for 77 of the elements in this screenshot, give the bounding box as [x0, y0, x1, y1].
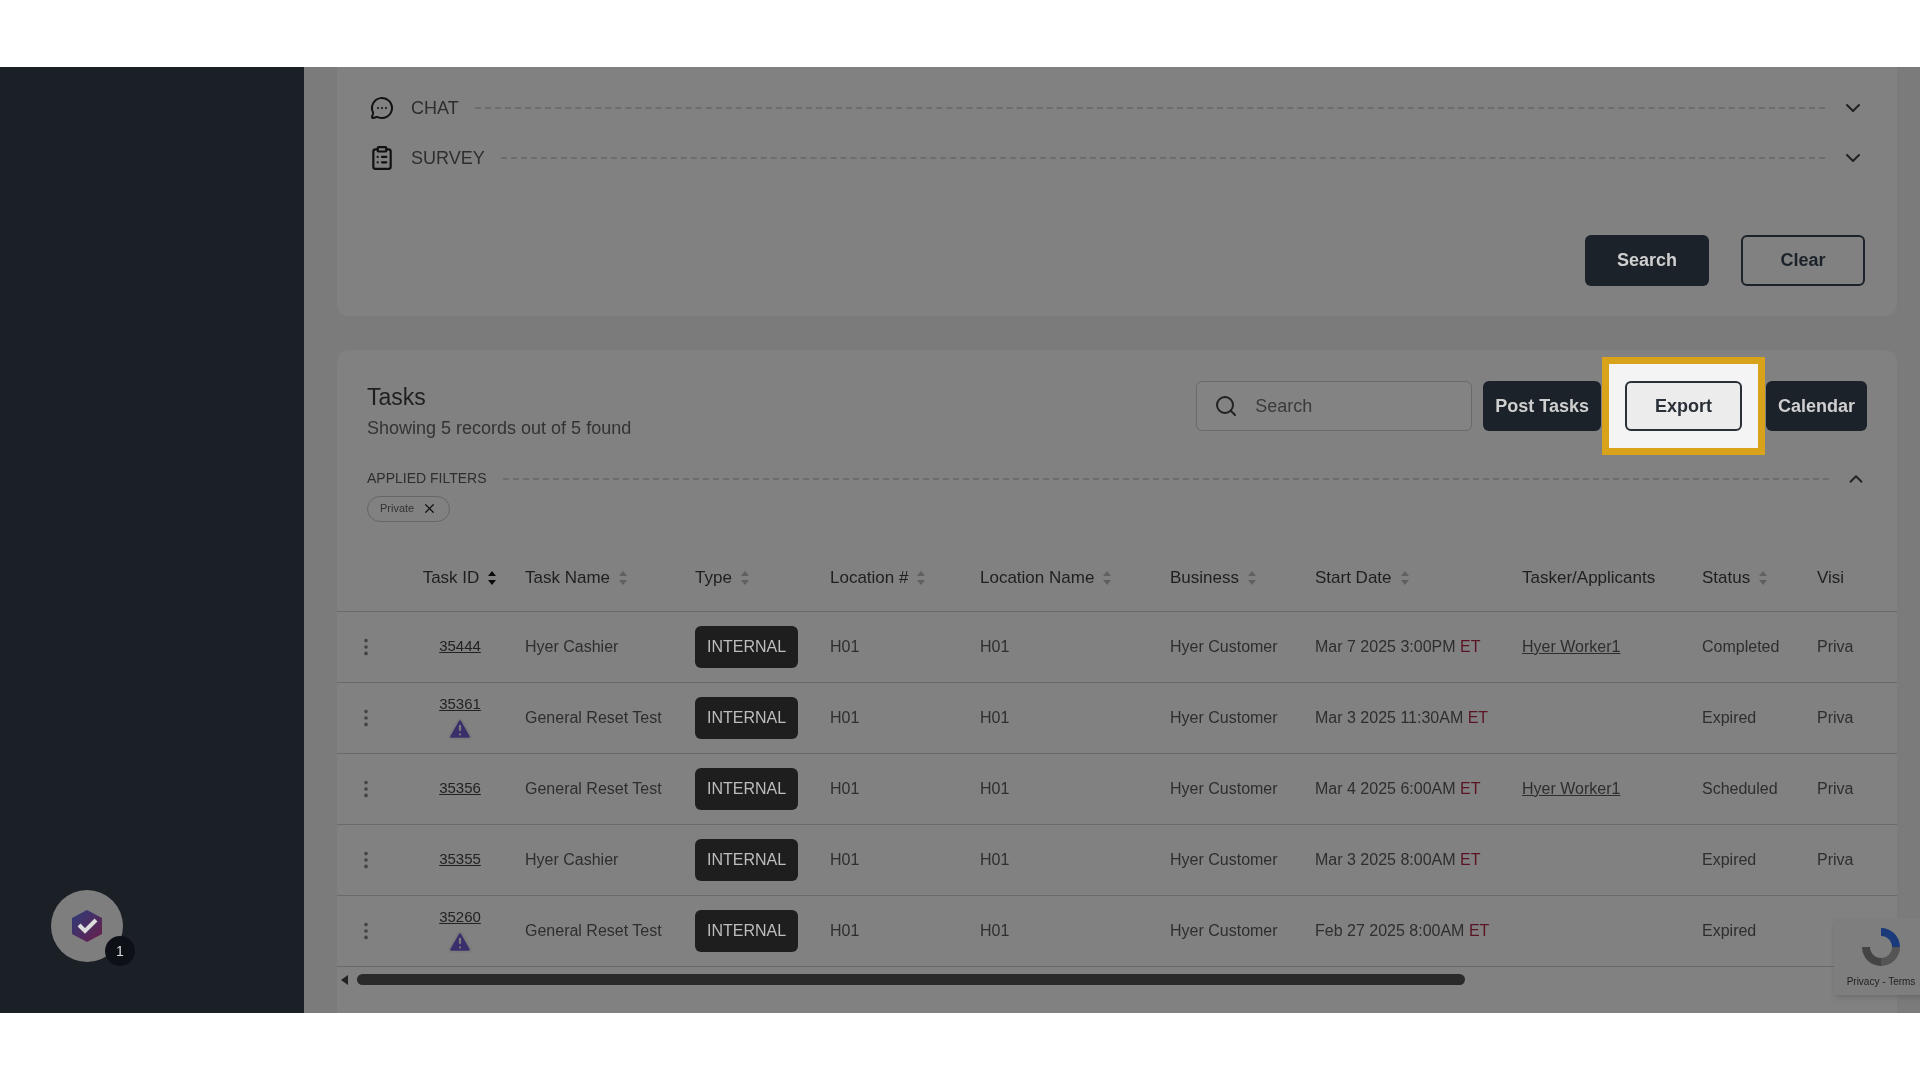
chat-icon: [370, 96, 394, 120]
shield-check-icon: [69, 908, 105, 944]
task-id-link[interactable]: 35444: [439, 635, 481, 658]
clear-button[interactable]: Clear: [1741, 235, 1865, 286]
action-button[interactable]: Calendar: [1765, 381, 1867, 431]
table-cell: Priva: [1817, 708, 1854, 726]
table-cell: General Reset Test: [525, 779, 662, 797]
table-cell: Hyer Customer: [1170, 779, 1278, 797]
task-id-link[interactable]: 35260: [439, 906, 481, 929]
task-id-link[interactable]: 35355: [439, 848, 481, 871]
column-header[interactable]: Tasker/Applicants: [1522, 565, 1656, 591]
table-cell: H01: [830, 921, 860, 939]
table-cell: Priva: [1817, 850, 1854, 868]
type-tag: INTERNAL: [695, 838, 799, 881]
sort-icon[interactable]: [487, 570, 498, 586]
status-cell: Expired: [1702, 921, 1757, 939]
status-cell: Scheduled: [1702, 779, 1778, 797]
date-cell: Mar 7 2025 3:00PM ET: [1315, 637, 1481, 655]
search-button[interactable]: Search: [1585, 235, 1709, 286]
column-header[interactable]: Location Name: [980, 565, 1095, 591]
status-cell: Expired: [1702, 708, 1757, 726]
table-cell: H01: [980, 637, 1010, 655]
task-id-link[interactable]: 35356: [439, 777, 481, 800]
type-tag: INTERNAL: [695, 696, 799, 739]
tasker-link[interactable]: Hyer Worker1: [1522, 637, 1621, 655]
date-cell: Mar 3 2025 11:30AM ET: [1315, 708, 1489, 726]
column-header[interactable]: Type: [695, 565, 732, 591]
section-label[interactable]: SURVEY: [411, 144, 485, 172]
records-count: Showing 5 records out of 5 found: [367, 416, 632, 440]
recaptcha-text[interactable]: Privacy - Terms: [1846, 974, 1916, 989]
notification-badge: 1: [105, 936, 135, 966]
table-cell: H01: [980, 850, 1010, 868]
date-cell: Mar 3 2025 8:00AM ET: [1315, 850, 1481, 868]
tasker-link[interactable]: Hyer Worker1: [1522, 779, 1621, 797]
search-field[interactable]: Search: [1196, 381, 1473, 431]
type-tag: INTERNAL: [695, 625, 799, 668]
search-icon: [1214, 394, 1239, 418]
table-cell: Priva: [1817, 637, 1854, 655]
table-cell: Hyer Customer: [1170, 708, 1278, 726]
task-id-link[interactable]: 35361: [439, 693, 481, 716]
table-cell: Hyer Customer: [1170, 921, 1278, 939]
table-cell: H01: [830, 779, 860, 797]
table-cell: Hyer Customer: [1170, 850, 1278, 868]
status-cell: Expired: [1702, 850, 1757, 868]
table-cell: Hyer Customer: [1170, 637, 1278, 655]
column-header[interactable]: Task Name: [525, 565, 611, 591]
table-cell: General Reset Test: [525, 921, 662, 939]
table-cell: Priva: [1817, 779, 1854, 797]
scroll-left-icon[interactable]: [341, 974, 349, 985]
table-cell: Hyer Cashier: [525, 637, 619, 655]
section-label[interactable]: CHAT: [411, 94, 459, 122]
table-cell: Hyer Cashier: [525, 850, 619, 868]
table-cell: H01: [980, 708, 1010, 726]
outline-button[interactable]: Export: [1624, 381, 1742, 431]
column-header[interactable]: Business: [1170, 565, 1239, 591]
table-cell: H01: [980, 921, 1010, 939]
column-header[interactable]: Start Date: [1315, 565, 1392, 591]
table-cell: General Reset Test: [525, 708, 662, 726]
status-cell: Completed: [1702, 637, 1780, 655]
panel-title: Tasks: [367, 383, 427, 412]
type-tag: INTERNAL: [695, 767, 799, 810]
table-cell: H01: [830, 708, 860, 726]
date-cell: Mar 4 2025 6:00AM ET: [1315, 779, 1481, 797]
date-cell: Feb 27 2025 8:00AM ET: [1315, 921, 1490, 939]
horizontal-scrollbar[interactable]: [357, 974, 1465, 985]
recaptcha-badge[interactable]: Privacy - Terms: [1834, 918, 1920, 995]
table-cell: H01: [830, 637, 860, 655]
table-cell: H01: [980, 779, 1010, 797]
column-header[interactable]: Status: [1702, 565, 1751, 591]
column-header[interactable]: Location #: [830, 565, 909, 591]
column-header[interactable]: Task ID: [422, 565, 480, 591]
column-header[interactable]: Visi: [1817, 565, 1845, 591]
table-cell: H01: [830, 850, 860, 868]
clipboard-icon: [369, 145, 395, 171]
applied-filters-label: APPLIED FILTERS: [367, 469, 487, 488]
type-tag: INTERNAL: [695, 909, 799, 952]
action-button[interactable]: Post Tasks: [1483, 381, 1601, 431]
